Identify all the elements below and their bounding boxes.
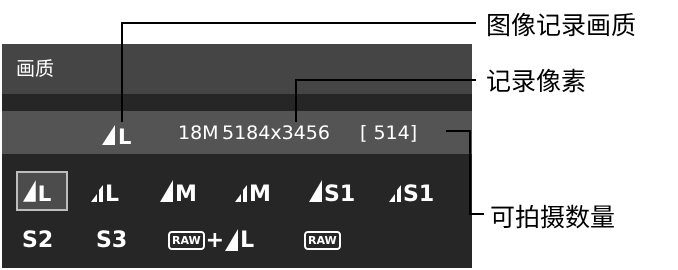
callout-recorded-pixels: 记录像素	[486, 67, 587, 96]
callout-line-quality	[121, 22, 476, 122]
callout-image-quality: 图像记录画质	[486, 11, 637, 40]
callout-line-shots	[446, 130, 484, 215]
callout-line-pixels	[295, 79, 476, 122]
callout-shots-available: 可拍摄数量	[490, 203, 616, 232]
